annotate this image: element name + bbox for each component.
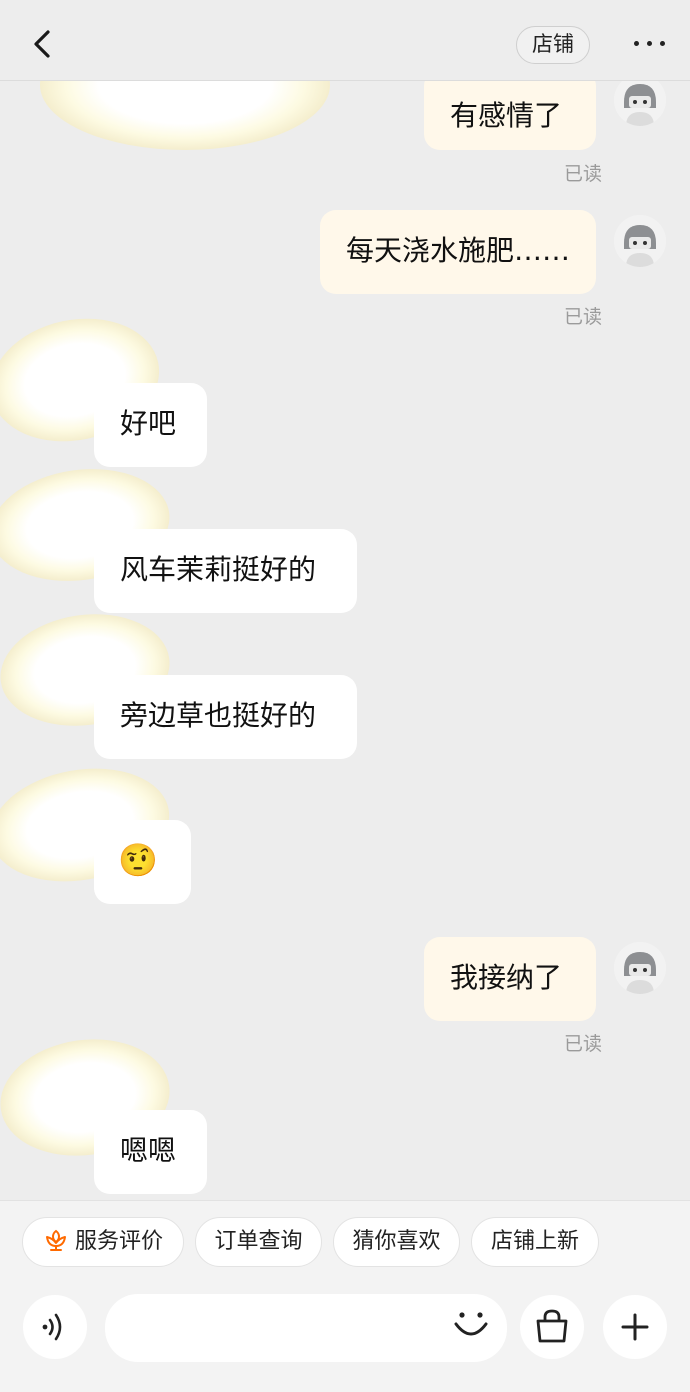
quick-actions-bar: 服务评价 订单查询 猜你喜欢 店铺上新 xyxy=(0,1200,690,1283)
my-avatar[interactable] xyxy=(614,942,666,994)
service-review-chip[interactable]: 服务评价 xyxy=(22,1217,184,1267)
avatar-icon xyxy=(614,215,666,267)
shopping-bag-icon xyxy=(536,1309,568,1343)
my-message-bubble[interactable]: 有感情了 xyxy=(424,80,596,150)
my-avatar[interactable] xyxy=(614,215,666,267)
input-bar xyxy=(0,1282,690,1392)
plus-icon xyxy=(621,1313,649,1341)
other-message-bubble[interactable]: 好吧 xyxy=(94,383,207,467)
avatar-icon xyxy=(614,942,666,994)
voice-icon xyxy=(42,1313,62,1341)
my-message-bubble[interactable]: 每天浇水施肥…… xyxy=(320,210,596,294)
my-avatar[interactable] xyxy=(614,80,666,126)
voice-button[interactable] xyxy=(23,1295,87,1359)
chip-label: 店铺上新 xyxy=(490,1229,579,1254)
chevron-left-icon xyxy=(34,30,50,58)
chip-label: 猜你喜欢 xyxy=(352,1229,441,1254)
chip-label: 服务评价 xyxy=(74,1229,163,1254)
more-dots-icon xyxy=(634,41,639,46)
other-emoji-bubble[interactable]: 🤨 xyxy=(94,820,191,904)
read-status: 已读 xyxy=(564,1033,603,1055)
recommend-chip[interactable]: 猜你喜欢 xyxy=(333,1217,460,1267)
shopping-bag-button[interactable] xyxy=(520,1295,584,1359)
flower-icon xyxy=(45,1229,66,1251)
smile-icon xyxy=(454,1312,488,1336)
message-input[interactable] xyxy=(105,1294,507,1362)
other-message-bubble[interactable]: 嗯嗯 xyxy=(94,1110,207,1194)
order-query-chip[interactable]: 订单查询 xyxy=(195,1217,322,1267)
chat-header: 店铺 xyxy=(0,0,690,81)
shop-button[interactable]: 店铺 xyxy=(516,26,590,64)
more-button[interactable] xyxy=(630,34,670,54)
avatar-icon xyxy=(614,80,666,126)
read-status: 已读 xyxy=(564,163,603,185)
plus-button[interactable] xyxy=(603,1295,667,1359)
emoji-button[interactable] xyxy=(448,1300,494,1346)
read-status: 已读 xyxy=(564,306,603,328)
my-message-bubble[interactable]: 我接纳了 xyxy=(424,937,596,1021)
other-message-bubble[interactable]: 风车茉莉挺好的 xyxy=(94,529,357,613)
chip-label: 订单查询 xyxy=(214,1229,303,1254)
redaction-blur xyxy=(40,80,330,150)
new-arrivals-chip[interactable]: 店铺上新 xyxy=(471,1217,599,1267)
back-button[interactable] xyxy=(26,24,58,64)
message-list[interactable]: 有感情了 已读 每天浇水施肥…… 已读 好吧 风车茉莉挺好的 旁边草也挺好的 🤨… xyxy=(0,80,690,1200)
other-message-bubble[interactable]: 旁边草也挺好的 xyxy=(94,675,357,759)
